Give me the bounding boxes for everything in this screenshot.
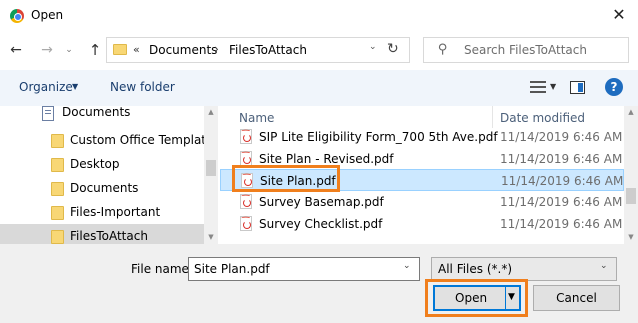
- pdf-file-icon: [240, 216, 252, 231]
- nav-item-label: Desktop: [70, 157, 120, 171]
- command-toolbar: Organize ▼ New folder ▼ ?: [0, 70, 638, 106]
- nav-item-label: Custom Office Templates: [70, 133, 218, 147]
- folder-icon: [113, 44, 127, 55]
- file-name: Site Plan - Revised.pdf: [259, 152, 394, 166]
- file-type-select[interactable]: All Files (*.*) ⌄: [431, 257, 617, 281]
- column-header-name[interactable]: Name: [239, 111, 274, 125]
- file-date: 11/14/2019 6:46 AM: [500, 195, 623, 209]
- folder-icon: [51, 158, 64, 172]
- file-date: 11/14/2019 6:46 AM: [500, 152, 623, 166]
- breadcrumb-overflow[interactable]: «: [133, 43, 140, 56]
- caret-down-icon[interactable]: ▼: [72, 82, 78, 91]
- scroll-down-arrow-icon[interactable]: ▼: [624, 231, 638, 243]
- back-arrow-icon[interactable]: ←: [5, 39, 27, 61]
- refresh-icon[interactable]: ↻: [387, 41, 405, 57]
- new-folder-button[interactable]: New folder: [110, 80, 175, 94]
- nav-item-files-important[interactable]: Files-Important: [0, 200, 204, 224]
- file-date: 11/14/2019 6:46 AM: [501, 174, 624, 188]
- file-date: 11/14/2019 6:46 AM: [500, 217, 623, 231]
- nav-item-label: Documents: [70, 181, 139, 195]
- file-row[interactable]: Survey Checklist.pdf 11/14/2019 6:46 AM: [220, 213, 624, 235]
- file-name-input[interactable]: Site Plan.pdf ⌄: [188, 257, 420, 281]
- up-arrow-icon[interactable]: ↑: [84, 39, 106, 61]
- help-icon[interactable]: ?: [605, 78, 623, 96]
- column-header-date-modified[interactable]: Date modified: [500, 111, 585, 125]
- dialog-footer: [0, 244, 638, 323]
- scroll-thumb[interactable]: [626, 188, 636, 204]
- file-name: SIP Lite Eligibility Form_700 5th Ave.pd…: [259, 130, 498, 144]
- folder-icon: [51, 230, 64, 244]
- search-placeholder: Search FilesToAttach: [464, 43, 587, 57]
- pdf-file-icon: [240, 194, 252, 209]
- search-input[interactable]: ⚲ Search FilesToAttach: [423, 37, 629, 63]
- scroll-up-arrow-icon[interactable]: ▲: [204, 106, 218, 118]
- recent-locations-chevron-icon[interactable]: ⌄: [62, 39, 76, 61]
- nav-item-filestoattach[interactable]: FilesToAttach: [0, 224, 204, 244]
- chrome-icon: [10, 9, 24, 23]
- file-name: Survey Checklist.pdf: [259, 217, 383, 231]
- folder-icon: [51, 206, 64, 220]
- chevron-down-icon[interactable]: ⌄: [403, 261, 411, 271]
- close-button[interactable]: ✕: [606, 4, 632, 26]
- file-row[interactable]: SIP Lite Eligibility Form_700 5th Ave.pd…: [220, 126, 624, 148]
- address-bar[interactable]: « Documents › FilesToAttach ⌄ ↻: [106, 37, 410, 63]
- pdf-file-icon: [240, 151, 252, 166]
- nav-item-label: Files-Important: [70, 205, 161, 219]
- breadcrumb-separator[interactable]: ›: [214, 42, 219, 56]
- cancel-button[interactable]: Cancel: [533, 285, 620, 311]
- chevron-down-icon[interactable]: ⌄: [600, 261, 608, 271]
- preview-pane-icon[interactable]: [570, 81, 585, 94]
- file-name: Survey Basemap.pdf: [259, 195, 384, 209]
- scroll-down-arrow-icon[interactable]: ▼: [204, 231, 218, 243]
- nav-item-label: Documents: [62, 106, 131, 119]
- file-date: 11/14/2019 6:46 AM: [500, 130, 623, 144]
- file-type-value: All Files (*.*): [438, 262, 513, 276]
- caret-down-icon[interactable]: ▼: [550, 82, 556, 91]
- nav-item-documents-library[interactable]: Documents: [0, 106, 204, 127]
- annotation-highlight-file: [232, 165, 340, 192]
- breadcrumb-documents[interactable]: Documents: [149, 43, 217, 57]
- file-row[interactable]: Survey Basemap.pdf 11/14/2019 6:46 AM: [220, 191, 624, 213]
- window-title: Open: [31, 8, 64, 22]
- view-options-icon[interactable]: [530, 80, 546, 94]
- title-bar: Open ✕: [0, 0, 638, 32]
- column-divider[interactable]: [492, 106, 493, 128]
- breadcrumb-filestoattach[interactable]: FilesToAttach: [229, 43, 307, 57]
- folder-icon: [51, 182, 64, 196]
- annotation-highlight-open: [425, 279, 528, 317]
- file-list-scrollbar[interactable]: [624, 106, 638, 244]
- file-name-value: Site Plan.pdf: [194, 262, 270, 276]
- nav-item-documents[interactable]: Documents: [0, 176, 204, 200]
- navigation-pane: Documents Custom Office Templates Deskto…: [0, 106, 218, 244]
- file-name-label: File name:: [131, 262, 193, 276]
- pdf-file-icon: [240, 129, 252, 144]
- scroll-up-arrow-icon[interactable]: ▲: [624, 106, 638, 118]
- organize-button[interactable]: Organize: [19, 80, 73, 94]
- nav-item-custom-office-templates[interactable]: Custom Office Templates: [0, 128, 218, 152]
- search-icon: ⚲: [438, 42, 448, 57]
- folder-icon: [51, 134, 64, 148]
- forward-arrow-icon[interactable]: →: [36, 39, 58, 61]
- chevron-down-icon[interactable]: ⌄: [369, 42, 383, 52]
- nav-item-desktop[interactable]: Desktop: [0, 152, 204, 176]
- nav-item-label: FilesToAttach: [70, 229, 148, 243]
- documents-library-icon: [42, 106, 54, 121]
- scroll-thumb[interactable]: [206, 160, 216, 176]
- sort-ascending-icon: ⌃: [359, 106, 368, 112]
